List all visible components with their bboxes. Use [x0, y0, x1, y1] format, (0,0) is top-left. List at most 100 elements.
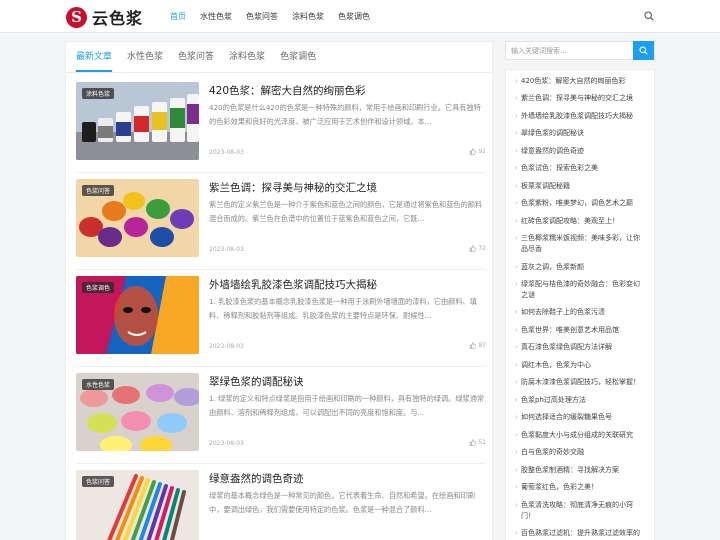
article-date: 2023-08-03: [209, 246, 244, 253]
article-thumbnail[interactable]: 水性色浆: [76, 373, 199, 451]
nav-home[interactable]: 首页: [170, 0, 186, 33]
sidebar-list-item[interactable]: › 紫兰色调：探寻美与神秘的交汇之境: [506, 93, 654, 104]
tab-water-based[interactable]: 水性色浆: [127, 42, 163, 72]
article-thumbnail[interactable]: 色浆问答: [76, 179, 199, 257]
sidebar-list-item[interactable]: › 三色椰浆糯米饭视频：美味多彩，让你品尽香: [506, 233, 654, 255]
article-title[interactable]: 绿意盎然的调色奇迹: [209, 471, 485, 486]
sidebar-list-item[interactable]: › 防腐木漆漆色浆调配技巧，轻松掌握！: [506, 377, 654, 388]
sidebar-item-label: 色浆ph过高处理方法: [521, 395, 586, 404]
article-item[interactable]: 色浆调色 外墙墙绘乳胶漆色浆调配技巧大揭秘 1. 乳胶漆色浆的基本概念乳胶漆色浆…: [76, 276, 486, 367]
sidebar-list-item[interactable]: › 真石漆色浆绿色调配方法详解: [506, 342, 654, 353]
sidebar-item-label: 蓝灰之调，色浆新颜: [521, 262, 584, 271]
category-badge: 色浆问答: [82, 476, 115, 487]
sidebar-list-item[interactable]: › 葡萄浆红色，色彩之美！: [506, 482, 654, 493]
sidebar-list-item[interactable]: › 如何去除鞋子上的色浆污渍: [506, 307, 654, 318]
site-header: S 云色浆 首页 水性色浆 色浆问答 涂料色浆 色浆调色: [0, 0, 720, 33]
sidebar-item-label: 调红木色，色浆为中心: [521, 360, 591, 369]
tab-coating[interactable]: 涂料色浆: [229, 42, 265, 72]
sidebar-list-item[interactable]: › 如何选择适合的缓裂糖果色号: [506, 412, 654, 423]
sidebar-list-item[interactable]: › 红砖色浆调配攻略：美观至上！: [506, 216, 654, 227]
article-likes[interactable]: 87: [469, 342, 486, 349]
sidebar-list-item[interactable]: › 色浆清洗攻略：彻底清净无痕的小窍门！: [506, 500, 654, 522]
sidebar-item-label: 胶整色浆制酒精：寻找解决方案: [521, 465, 619, 474]
sidebar-list-item[interactable]: › 420色浆：解密大自然的绚丽色彩: [506, 76, 654, 87]
sidebar-item-label: 色浆试色：探索色彩之美: [521, 164, 598, 173]
sidebar-item-label: 绿浆配与桔色漆的奇妙融合：色彩变幻之谜: [521, 280, 640, 299]
category-badge: 水性色浆: [82, 379, 115, 390]
sidebar-list-item[interactable]: › 色浆黏度大小与成分组成的关联研究: [506, 430, 654, 441]
search-input[interactable]: [506, 42, 634, 59]
sidebar-list-item[interactable]: › 板栗浆调配秘籍: [506, 181, 654, 192]
article-item[interactable]: 色浆问答 绿意盎然的调色奇迹 绿浆的基本概念绿色是一种常见的颜色，它代表着生命、…: [76, 470, 486, 540]
sidebar-item-label: 420色浆：解密大自然的绚丽色彩: [521, 77, 626, 85]
sidebar-item-label: 如何去除鞋子上的色浆污渍: [521, 308, 605, 317]
article-title[interactable]: 翠绿色浆的调配秘诀: [209, 374, 485, 389]
tab-qa[interactable]: 色浆问答: [178, 42, 214, 72]
sidebar-list-item[interactable]: › 调红木色，色浆为中心: [506, 360, 654, 371]
sidebar-list-item[interactable]: › 蓝灰之调，色浆新颜: [506, 262, 654, 273]
sidebar-search: [505, 41, 655, 60]
nav-tinting[interactable]: 色浆调色: [338, 0, 370, 33]
sidebar-item-label: 三色椰浆糯米饭视频：美味多彩，让你品尽香: [521, 234, 640, 254]
nav-water-based[interactable]: 水性色浆: [200, 0, 232, 33]
sidebar-list-item[interactable]: › 色浆世界：唯美创意艺术用品馆: [506, 325, 654, 336]
article-excerpt: 绿浆的基本概念绿色是一种常见的颜色，它代表着生命、自然和希望。在绘画和印刷中，要…: [209, 491, 475, 514]
search-icon: [639, 46, 648, 55]
sidebar-item-label: 色浆黏度大小与成分组成的关联研究: [521, 430, 633, 439]
site-logo[interactable]: S 云色浆: [66, 5, 143, 29]
sidebar-item-label: 红砖色浆调配攻略：美观至上！: [521, 216, 619, 225]
article-title[interactable]: 紫兰色调：探寻美与神秘的交汇之境: [209, 180, 485, 195]
article-date: 2023-08-03: [209, 440, 244, 447]
tab-tinting[interactable]: 色浆调色: [280, 42, 316, 72]
sidebar-list-item[interactable]: › 绿浆配与桔色漆的奇妙融合：色彩变幻之谜: [506, 279, 654, 301]
sidebar-list-item[interactable]: › 胶整色浆制酒精：寻找解决方案: [506, 465, 654, 476]
article-title[interactable]: 420色浆：解密大自然的绚丽色彩: [209, 83, 485, 98]
article-date: 2023-08-03: [209, 343, 244, 350]
sidebar-list-item[interactable]: › 色浆试色：探索色彩之美: [506, 163, 654, 174]
article-thumbnail[interactable]: 色浆调色: [76, 276, 199, 354]
sidebar-item-label: 百色熟浆过滤机：提升熟浆过滤效率的选择: [521, 529, 640, 540]
nav-coating[interactable]: 涂料色浆: [292, 0, 324, 33]
article-item[interactable]: 色浆问答 紫兰色调：探寻美与神秘的交汇之境 紫兰色的定义紫兰色是一种介于紫色和蓝…: [76, 179, 486, 270]
article-divider: [76, 463, 486, 464]
tabs-divider: [66, 72, 492, 73]
sidebar-list-item[interactable]: ›百色熟浆过滤机：提升熟浆过滤效率的选择: [506, 528, 654, 540]
article-divider: [76, 172, 486, 173]
nav-qa[interactable]: 色浆问答: [246, 0, 278, 33]
article-likes[interactable]: 51: [469, 439, 486, 446]
sidebar-item-label: 如何选择适合的缓裂糖果色号: [521, 413, 612, 422]
search-icon[interactable]: [644, 11, 654, 21]
article-thumbnail[interactable]: 涂料色浆: [76, 82, 199, 160]
thumbs-up-icon: [469, 245, 477, 252]
sidebar-list-item[interactable]: › 色浆紫粉，唯美梦幻，调色艺术之巅: [506, 198, 654, 209]
article-excerpt: 1. 绿浆的定义和特点绿浆是指用于绘画和印刷的一种颜料，具有独特的绿调。绿浆通常…: [209, 394, 485, 417]
article-excerpt: 紫兰色的定义紫兰色是一种介于紫色和蓝色之间的颜色，它是通过将紫色和蓝色的颜料混合…: [209, 200, 483, 223]
sidebar-list-item[interactable]: › 外墙墙绘乳胶漆色浆调配技巧大揭秘: [506, 111, 654, 122]
sidebar-item-label: 白与色浆的奇妙交融: [521, 448, 584, 457]
article-item[interactable]: 涂料色浆 420色浆：解密大自然的绚丽色彩 420的色浆是什么420的色浆是一种…: [76, 82, 486, 173]
tab-latest[interactable]: 最新文章: [76, 42, 113, 72]
sidebar-item-label: 葡萄浆红色，色彩之美！: [521, 483, 598, 492]
sidebar-item-label: 防腐木漆漆色浆调配技巧，轻松掌握！: [521, 378, 640, 387]
article-likes[interactable]: 72: [469, 245, 486, 252]
sidebar-item-label: 色浆紫粉，唯美梦幻，调色艺术之巅: [521, 199, 633, 208]
article-item[interactable]: 水性色浆 翠绿色浆的调配秘诀 1. 绿浆的定义和特点绿浆是指用于绘画和印刷的一种…: [76, 373, 486, 464]
thumbs-up-icon: [469, 148, 477, 155]
sidebar-item-label: 外墙墙绘乳胶漆色浆调配技巧大揭秘: [521, 111, 633, 120]
sidebar-list-item[interactable]: › 白与色浆的奇妙交融: [506, 447, 654, 458]
article-likes[interactable]: 92: [469, 148, 486, 155]
search-button[interactable]: [633, 41, 654, 60]
article-date: 2023-08-03: [209, 149, 244, 156]
category-badge: 色浆问答: [82, 185, 115, 196]
article-thumbnail[interactable]: 色浆问答: [76, 470, 199, 540]
sidebar-item-label: 紫兰色调：探寻美与神秘的交汇之境: [521, 94, 633, 103]
sidebar-list-item[interactable]: › 绿意盎然的调色奇迹: [506, 146, 654, 157]
article-excerpt: 1. 乳胶漆色浆的基本概念乳胶漆色浆是一种用于涂刷外墙墙面的漆料，它由颜料、填料…: [209, 297, 477, 320]
article-title[interactable]: 外墙墙绘乳胶漆色浆调配技巧大揭秘: [209, 277, 485, 292]
article-panel: 最新文章 水性色浆 色浆问答 涂料色浆 色浆调色 涂料色浆 420色浆：解密大自…: [65, 41, 493, 540]
sidebar-list-item[interactable]: › 翠绿色浆的调配秘诀: [506, 128, 654, 139]
article-excerpt: 420的色浆是什么420的色浆是一种特殊的颜料，常用于绘画和印刷行业。它具有独特…: [209, 103, 481, 126]
likes-count: 51: [478, 439, 486, 446]
article-divider: [76, 366, 486, 367]
sidebar-list-item[interactable]: › 色浆ph过高处理方法: [506, 395, 654, 406]
